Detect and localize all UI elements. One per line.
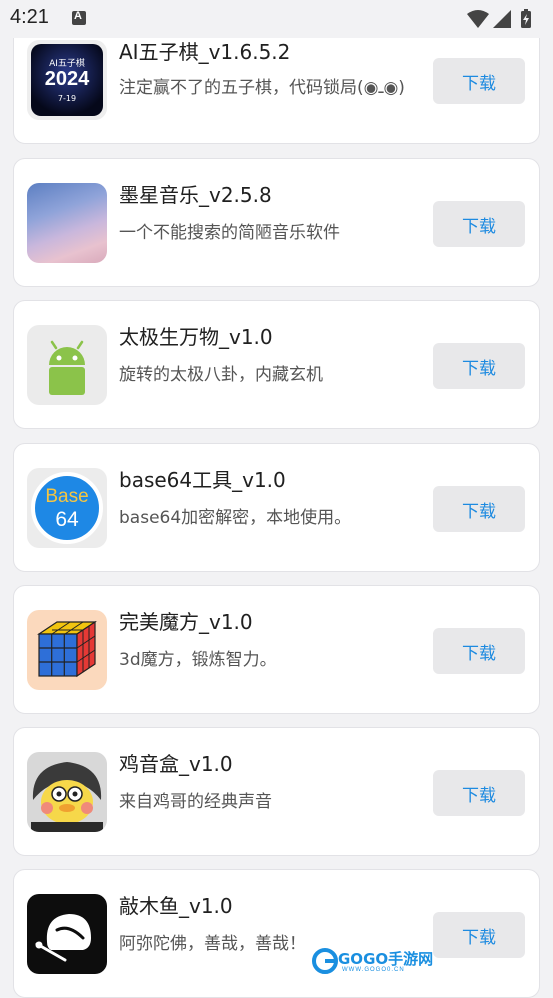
wooden-fish-icon [27, 894, 107, 974]
app-description: 一个不能搜索的简陋音乐软件 [119, 223, 340, 243]
app-description: 旋转的太极八卦，内藏玄机 [119, 365, 323, 385]
app-title: AI五子棋_v1.6.5.2 [119, 40, 291, 64]
android-robot-icon [27, 325, 107, 405]
icon-year: 2024 [44, 68, 90, 90]
download-button[interactable]: 下载 [433, 58, 525, 104]
app-title: 完美魔方_v1.0 [119, 610, 253, 634]
app-description: base64加密解密，本地使用。 [119, 508, 352, 528]
download-button[interactable]: 下载 [433, 912, 525, 958]
app-card[interactable]: 墨星音乐_v2.5.8 一个不能搜索的简陋音乐软件 下载 [13, 158, 540, 287]
wifi-icon [467, 10, 489, 28]
app-description: 3d魔方，锻炼智力。 [119, 650, 277, 670]
signal-icon [493, 10, 511, 28]
download-button[interactable]: 下载 [433, 201, 525, 247]
rubiks-cube-icon [27, 610, 107, 690]
cartoon-duck-icon [27, 752, 107, 832]
download-button[interactable]: 下载 [433, 486, 525, 532]
app-card[interactable]: 完美魔方_v1.0 3d魔方，锻炼智力。 下载 [13, 585, 540, 714]
status-bar: 4:21 [0, 0, 553, 38]
status-time: 4:21 [10, 6, 49, 28]
icon-date: 7-19 [57, 94, 77, 103]
battery-icon [521, 9, 531, 28]
app-description: 注定赢不了的五子棋，代码锁局(◉ـ◉) [119, 78, 405, 98]
base64-badge-icon: Base 64 [27, 468, 107, 548]
app-card[interactable]: 太极生万物_v1.0 旋转的太极八卦，内藏玄机 下载 [13, 300, 540, 429]
download-button[interactable]: 下载 [433, 343, 525, 389]
notification-icon [72, 10, 86, 25]
icon-label-64: 64 [55, 508, 79, 531]
watermark-url: WWW.GOGO0.CN [342, 967, 405, 973]
download-button[interactable]: 下载 [433, 770, 525, 816]
app-description: 来自鸡哥的经典声音 [119, 792, 272, 812]
sky-clouds-icon [27, 183, 107, 263]
app-card[interactable]: 鸡音盒_v1.0 来自鸡哥的经典声音 下载 [13, 727, 540, 856]
gogo-watermark: GOGO手游网 WWW.GOGO0.CN [312, 946, 433, 976]
app-title: 墨星音乐_v2.5.8 [119, 183, 272, 207]
app-card[interactable]: Base 64 base64工具_v1.0 base64加密解密，本地使用。 下… [13, 443, 540, 572]
app-title: base64工具_v1.0 [119, 468, 286, 492]
app-title: 敲木鱼_v1.0 [119, 894, 233, 918]
icon-label-base: Base [45, 486, 89, 507]
app-title: 太极生万物_v1.0 [119, 325, 273, 349]
gomoku-2024-icon: AI五子棋 2024 7-19 [27, 40, 107, 120]
gogo-logo-icon [312, 948, 338, 974]
watermark-brand: GOGO手游网 [338, 950, 434, 968]
app-list[interactable]: AI五子棋 2024 7-19 AI五子棋_v1.6.5.2 注定赢不了的五子棋… [0, 0, 553, 998]
download-button[interactable]: 下载 [433, 628, 525, 674]
app-title: 鸡音盒_v1.0 [119, 752, 233, 776]
app-card[interactable]: 敲木鱼_v1.0 阿弥陀佛，善哉，善哉！ 下载 [13, 869, 540, 998]
system-icons [467, 9, 531, 28]
